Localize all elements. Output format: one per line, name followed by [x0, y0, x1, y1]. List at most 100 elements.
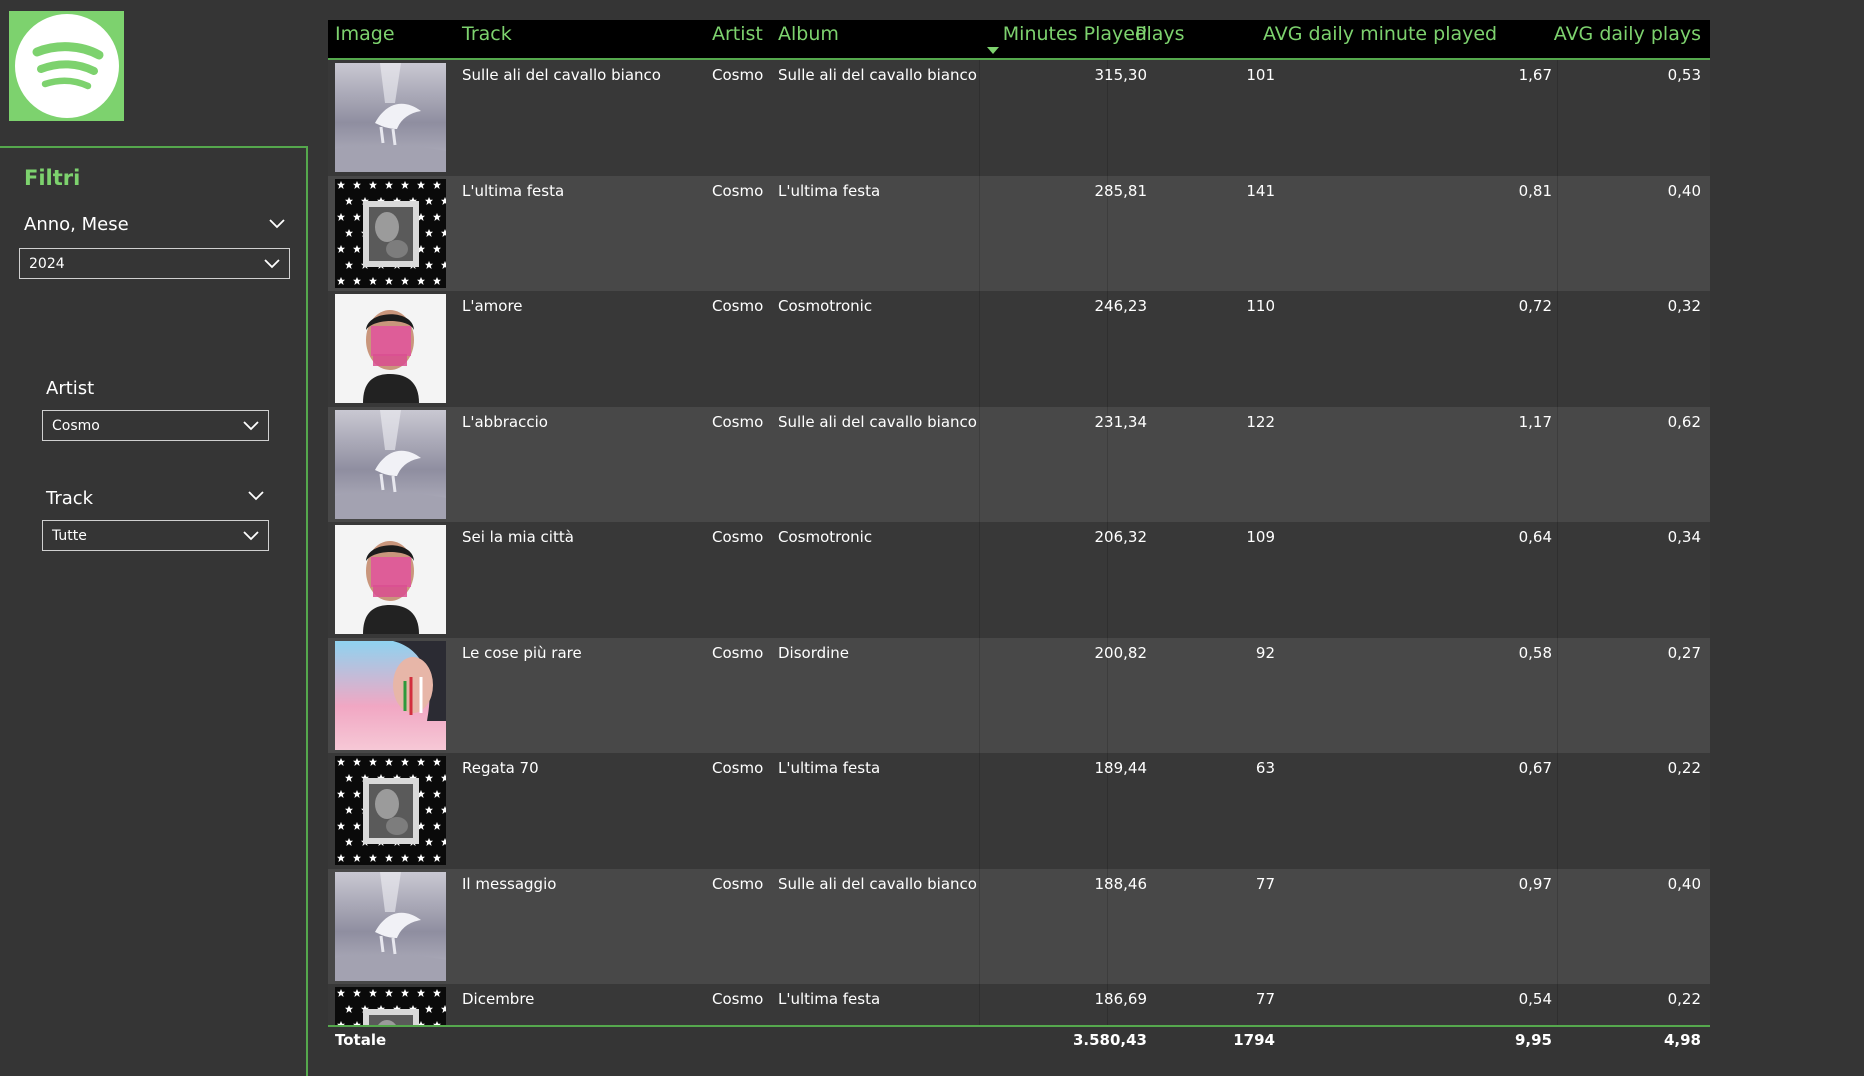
chevron-down-icon[interactable]	[247, 490, 265, 502]
cell-minutes-played: 188,46	[1094, 874, 1148, 893]
cell-avg-daily-plays: 0,22	[1667, 759, 1701, 777]
cell-track: Sei la mia città	[462, 528, 574, 546]
column-header-plays[interactable]: Plays	[1135, 23, 1185, 45]
cell-minutes-played: 206,32	[1094, 528, 1148, 546]
chevron-down-icon	[243, 531, 259, 541]
slicer-track-label: Track	[46, 488, 94, 509]
spotify-logo-icon	[14, 14, 119, 118]
slicer-artist-label: Artist	[46, 378, 95, 399]
table-total-row: Totale 3.580,43 1794 9,95 4,98	[328, 1025, 1710, 1057]
cell-plays: 101	[1246, 66, 1275, 84]
cell-avg-daily-minutes: 0,54	[1518, 990, 1552, 1008]
cell-avg-daily-plays: 0,32	[1667, 297, 1701, 315]
total-plays: 1794	[1233, 1031, 1275, 1049]
table-row[interactable]: Sei la mia città Cosmo Cosmotronic 206,32 10…	[328, 522, 1710, 638]
album-art-image	[335, 294, 446, 403]
cell-track: Il messaggio	[462, 874, 557, 893]
slicer-year-month-label: Anno, Mese	[24, 214, 129, 235]
cell-minutes-played: 186,69	[1094, 990, 1148, 1008]
cell-track: Dicembre	[462, 990, 535, 1008]
cell-plays: 77	[1255, 990, 1275, 1008]
column-header-avg-daily-minutes[interactable]: AVG daily minute played	[1263, 23, 1497, 45]
cell-avg-daily-minutes: 0,58	[1518, 643, 1552, 662]
cell-artist: Cosmo	[712, 874, 764, 893]
table-row[interactable]: Dicembre Cosmo L'ultima festa 186,69 77 0,54 0…	[328, 984, 1710, 1025]
filter-panel-title: Filtri	[24, 166, 81, 190]
album-art-image	[335, 640, 446, 750]
cell-album: Disordine	[778, 643, 850, 662]
cell-plays: 141	[1246, 181, 1275, 200]
cell-artist: Cosmo	[712, 528, 764, 546]
column-header-album[interactable]: Album	[778, 23, 839, 45]
cell-plays: 110	[1246, 297, 1275, 315]
table-row[interactable]: L'amore Cosmo Cosmotronic 246,23 110 0,72 0,32	[328, 291, 1710, 407]
cell-artist: Cosmo	[712, 297, 764, 315]
cell-track: Regata 70	[462, 759, 539, 777]
slicer-artist-dropdown[interactable]: Cosmo	[42, 410, 269, 441]
column-header-track[interactable]: Track	[462, 23, 512, 45]
total-avg-daily-minutes: 9,95	[1514, 1031, 1552, 1049]
column-header-image[interactable]: Image	[335, 23, 395, 45]
cell-avg-daily-minutes: 0,64	[1518, 528, 1552, 546]
cell-track: L'abbraccio	[462, 412, 548, 431]
slicer-year-month-dropdown[interactable]: 2024	[19, 248, 290, 279]
album-art-image	[335, 409, 446, 519]
cell-avg-daily-minutes: 0,72	[1518, 297, 1552, 315]
cell-minutes-played: 315,30	[1094, 66, 1148, 84]
table-row[interactable]: Regata 70 Cosmo L'ultima festa 189,44 63 0,67…	[328, 753, 1710, 869]
column-header-minutes-played[interactable]: Minutes Played	[980, 23, 1147, 45]
cell-artist: Cosmo	[712, 643, 764, 662]
cell-minutes-played: 246,23	[1094, 297, 1148, 315]
cell-minutes-played: 231,34	[1094, 412, 1148, 431]
slicer-track-value: Tutte	[52, 527, 87, 544]
cell-artist: Cosmo	[712, 181, 764, 200]
total-minutes-played: 3.580,43	[1072, 1031, 1147, 1049]
column-header-avg-daily-plays[interactable]: AVG daily plays	[1518, 23, 1701, 45]
album-art-image	[335, 987, 446, 1025]
chevron-down-icon	[243, 421, 259, 431]
cell-minutes-played: 285,81	[1094, 181, 1148, 200]
table-row[interactable]: L'ultima festa Cosmo L'ultima festa 285,81 1…	[328, 175, 1710, 291]
cell-avg-daily-minutes: 0,97	[1518, 874, 1552, 893]
chevron-down-icon[interactable]	[268, 218, 286, 230]
table-header: Image Track Artist Album Minutes Played …	[328, 20, 1710, 60]
album-art-image	[335, 525, 446, 634]
cell-plays: 63	[1255, 759, 1275, 777]
cell-artist: Cosmo	[712, 412, 764, 431]
slicer-artist-value: Cosmo	[52, 417, 100, 434]
cell-plays: 122	[1246, 412, 1275, 431]
tracks-table: Image Track Artist Album Minutes Played …	[328, 20, 1710, 1060]
table-row[interactable]: Le cose più rare Cosmo Disordine 200,82 92 0,…	[328, 637, 1710, 753]
album-art-image	[335, 178, 446, 288]
cell-track: Le cose più rare	[462, 643, 582, 662]
table-row[interactable]: Il messaggio Cosmo Sulle ali del cavallo b…	[328, 868, 1710, 984]
album-art-image	[335, 756, 446, 865]
cell-minutes-played: 200,82	[1094, 643, 1148, 662]
cell-artist: Cosmo	[712, 990, 764, 1008]
column-header-artist[interactable]: Artist	[712, 23, 763, 45]
cell-avg-daily-minutes: 0,67	[1518, 759, 1552, 777]
cell-plays: 77	[1255, 874, 1275, 893]
table-row[interactable]: L'abbraccio Cosmo Sulle ali del cavallo bi…	[328, 406, 1710, 522]
cell-avg-daily-plays: 0,40	[1667, 181, 1701, 200]
album-art-image	[335, 63, 446, 172]
cell-avg-daily-plays: 0,27	[1667, 643, 1701, 662]
cell-album: L'ultima festa	[778, 759, 881, 777]
cell-avg-daily-minutes: 1,17	[1518, 412, 1552, 431]
cell-plays: 92	[1255, 643, 1275, 662]
cell-avg-daily-plays: 0,53	[1667, 66, 1701, 84]
cell-avg-daily-plays: 0,62	[1667, 412, 1701, 431]
total-avg-daily-plays: 4,98	[1663, 1031, 1701, 1049]
cell-plays: 109	[1246, 528, 1275, 546]
total-label: Totale	[335, 1031, 387, 1049]
cell-album: Cosmotronic	[778, 528, 873, 546]
cell-track: L'ultima festa	[462, 181, 565, 200]
slicer-year-month-value: 2024	[29, 255, 65, 272]
cell-minutes-played: 189,44	[1094, 759, 1148, 777]
sort-descending-icon[interactable]	[987, 47, 999, 54]
slicer-track-dropdown[interactable]: Tutte	[42, 520, 269, 551]
cell-album: L'ultima festa	[778, 181, 881, 200]
cell-avg-daily-plays: 0,34	[1667, 528, 1701, 546]
cell-artist: Cosmo	[712, 759, 764, 777]
table-row[interactable]: Sulle ali del cavallo bianco Cosmo Sulle a…	[328, 60, 1710, 176]
